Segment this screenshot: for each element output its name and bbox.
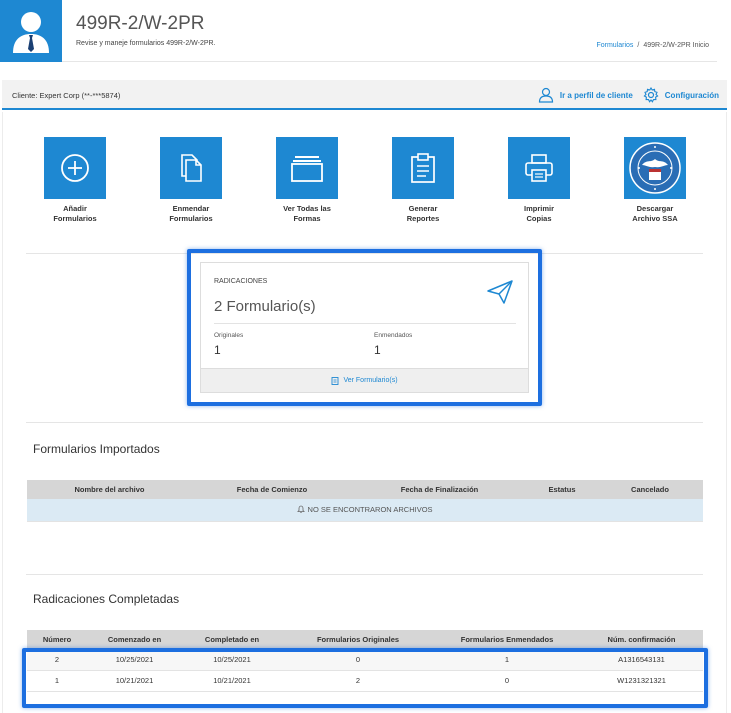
column-header[interactable]: Fecha de Comienzo	[192, 480, 352, 499]
ssa-seal-icon	[629, 142, 681, 194]
page-subtitle: Revise y maneje formularios 499R-2/W-2PR…	[76, 40, 216, 47]
column-header[interactable]: Completado en	[182, 630, 282, 649]
breadcrumb: Formularios /499R-2/W-2PR Inicio	[596, 42, 709, 49]
client-actions: Ir a perfil de cliente Configuración	[538, 87, 719, 103]
tile-add-forms-box	[44, 137, 106, 199]
tile-generate-reports-box	[392, 137, 454, 199]
highlight-box	[22, 648, 708, 708]
tile-view-all-forms-box	[276, 137, 338, 199]
tile-generate-reports-label: Generar Reportes	[383, 204, 463, 224]
tile-view-all-forms-label: Ver Todas las Formas	[267, 204, 347, 224]
settings-link[interactable]: Configuración	[643, 87, 719, 103]
user-icon	[13, 12, 49, 53]
imported-section-title: Formularios Importados	[33, 442, 160, 456]
tile-label-line1: Imprimir	[523, 204, 554, 213]
client-bar: Cliente: Expert Corp (**-***5874) Ir a p…	[2, 80, 727, 110]
tile-download-ssa-label: Descargar Archivo SSA	[615, 204, 695, 224]
client-label: Cliente: Expert Corp (**-***5874)	[12, 91, 121, 100]
radicaciones-card: RADICACIONES 2 Formulario(s) Originales …	[200, 262, 529, 393]
plus-circle-icon	[61, 154, 89, 182]
view-forms-button[interactable]: Ver Formulario(s)	[201, 368, 528, 392]
avatar	[0, 0, 62, 62]
printer-icon	[525, 154, 553, 182]
empty-message: NO SE ENCONTRARON ARCHIVOS	[307, 505, 433, 515]
tile-print-copies-label: Imprimir Copias	[499, 204, 579, 224]
tile-download-ssa-box	[624, 137, 686, 199]
bell-icon	[297, 505, 306, 514]
radicaciones-title: RADICACIONES	[214, 278, 268, 285]
empty-message-cell: NO SE ENCONTRARON ARCHIVOS	[27, 499, 703, 522]
folder-icon	[291, 156, 323, 182]
tile-generate-reports[interactable]: Generar Reportes	[383, 137, 463, 224]
tile-label-line2: Formularios	[53, 214, 97, 223]
tile-print-copies-box	[508, 137, 570, 199]
person-outline-icon	[538, 87, 553, 103]
clipboard-icon	[411, 153, 435, 183]
breadcrumb-separator: /	[637, 42, 640, 49]
column-header[interactable]: Nombre del archivo	[27, 480, 192, 499]
column-header[interactable]: Formularios Enmendados	[434, 630, 580, 649]
tile-view-all-forms[interactable]: Ver Todas las Formas	[267, 137, 347, 224]
tile-label-line1: Ver Todas las	[283, 204, 331, 213]
column-header[interactable]: Formularios Originales	[282, 630, 434, 649]
column-header[interactable]: Comenzado en	[87, 630, 182, 649]
divider	[26, 574, 703, 575]
view-forms-label: Ver Formulario(s)	[343, 377, 398, 384]
column-header[interactable]: Estatus	[527, 480, 597, 499]
tile-add-forms-label: Añadir Formularios	[35, 204, 115, 224]
paper-plane-icon	[487, 280, 513, 304]
tile-label-line1: Descargar	[636, 204, 674, 213]
settings-label: Configuración	[664, 90, 719, 100]
empty-row: NO SE ENCONTRARON ARCHIVOS	[27, 499, 703, 522]
card-divider	[214, 323, 516, 324]
tile-amend-forms[interactable]: Enmendar Formularios	[151, 137, 231, 224]
tile-add-forms[interactable]: Añadir Formularios	[35, 137, 115, 224]
imported-table: Nombre del archivo Fecha de Comienzo Fec…	[27, 480, 703, 522]
tile-label-line2: Archivo SSA	[632, 214, 678, 223]
tile-label-line2: Formularios	[169, 214, 213, 223]
document-icon	[332, 376, 339, 385]
column-header[interactable]: Cancelado	[597, 480, 703, 499]
tile-amend-forms-label: Enmendar Formularios	[151, 204, 231, 224]
amended-value: 1	[374, 343, 381, 357]
completed-table-header: Número Comenzado en Completado en Formul…	[27, 630, 703, 649]
gear-icon	[643, 87, 659, 103]
tile-amend-forms-box	[160, 137, 222, 199]
documents-icon	[181, 154, 202, 182]
originals-value: 1	[214, 343, 221, 357]
divider	[26, 422, 703, 423]
tile-print-copies[interactable]: Imprimir Copias	[499, 137, 579, 224]
amended-label: Enmendados	[374, 332, 413, 339]
tile-label-line2: Copias	[526, 214, 552, 223]
breadcrumb-current: 499R-2/W-2PR Inicio	[643, 42, 709, 49]
column-header[interactable]: Fecha de Finalización	[352, 480, 527, 499]
tile-label-line1: Añadir	[63, 204, 87, 213]
client-profile-label: Ir a perfil de cliente	[559, 90, 633, 100]
tile-label-line2: Reportes	[406, 214, 440, 223]
page-header: 499R-2/W-2PR Revise y maneje formularios…	[0, 0, 717, 62]
page-title: 499R-2/W-2PR	[76, 13, 205, 34]
column-header[interactable]: Núm. confirmación	[580, 630, 703, 649]
tile-label-line2: Formas	[293, 214, 321, 223]
completed-section-title: Radicaciones Completadas	[33, 592, 180, 606]
radicaciones-count: 2 Formulario(s)	[214, 298, 316, 315]
tile-download-ssa[interactable]: Descargar Archivo SSA	[615, 137, 695, 224]
breadcrumb-link-formularios[interactable]: Formularios	[596, 42, 633, 49]
originals-label: Originales	[214, 332, 244, 339]
imported-table-header: Nombre del archivo Fecha de Comienzo Fec…	[27, 480, 703, 499]
tile-label-line1: Generar	[408, 204, 438, 213]
client-profile-link[interactable]: Ir a perfil de cliente	[538, 87, 633, 103]
tile-label-line1: Enmendar	[172, 204, 210, 213]
column-header[interactable]: Número	[27, 630, 87, 649]
